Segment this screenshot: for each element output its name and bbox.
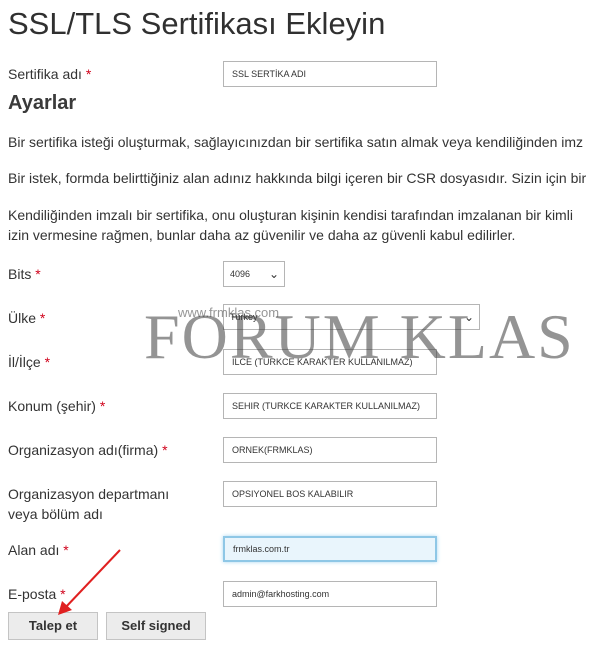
city-label: Konum (şehir) *	[8, 398, 106, 414]
chevron-down-icon: ⌄	[268, 267, 279, 281]
watermark-logo: FORUM KLAS	[144, 301, 575, 372]
info-paragraph-1: Bir sertifika isteği oluşturmak, sağlayı…	[8, 134, 584, 150]
organization-label: Organizasyon adı(firma) *	[8, 442, 168, 458]
info-paragraph-4: izin vermesine rağmen, bunlar daha az gü…	[8, 227, 516, 243]
department-label: Organizasyon departmanı veya bölüm adı	[8, 486, 170, 522]
bits-label: Bits *	[8, 266, 41, 282]
country-label: Ülke *	[8, 310, 46, 326]
department-input[interactable]: OPSIYONEL BOS KALABILIR	[223, 481, 437, 507]
cert-name-input[interactable]: SSL SERTİKA ADI	[223, 61, 437, 87]
domain-input[interactable]: frmklas.com.tr	[223, 536, 437, 562]
info-paragraph-2: Bir istek, formda belirttiğiniz alan adı…	[8, 170, 587, 186]
info-paragraph-3: Kendiliğinden imzalı bir sertifika, onu …	[8, 207, 573, 223]
email-input[interactable]: admin@farkhosting.com	[223, 581, 437, 607]
annotation-arrow-icon	[58, 549, 121, 615]
section-title: Ayarlar	[8, 92, 77, 114]
bits-select[interactable]: 4096 ⌄	[223, 261, 285, 287]
cert-name-label: Sertifika adı *	[8, 66, 92, 82]
bits-value: 4096	[230, 269, 251, 279]
province-label: İl/İlçe *	[8, 354, 51, 370]
page-title: SSL/TLS Sertifikası Ekleyin	[8, 6, 386, 41]
city-input[interactable]: SEHIR (TURKCE KARAKTER KULLANILMAZ)	[223, 393, 437, 419]
organization-input[interactable]: ORNEK(FRMKLAS)	[223, 437, 437, 463]
